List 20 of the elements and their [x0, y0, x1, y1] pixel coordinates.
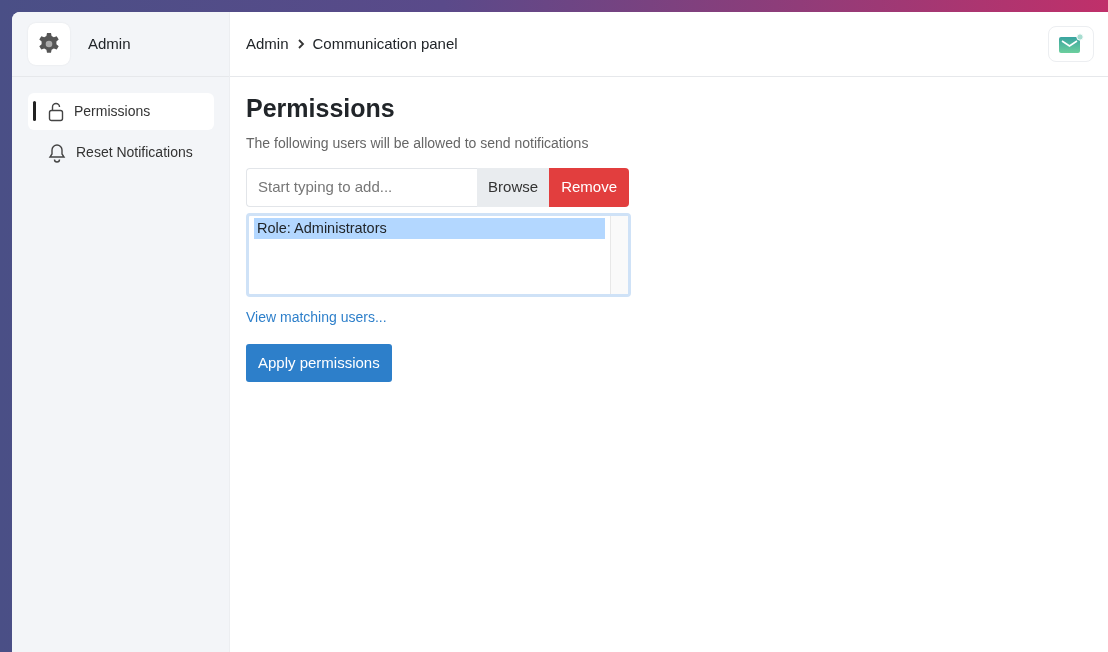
breadcrumb-current: Communication panel	[312, 33, 458, 54]
list-option[interactable]: Role: Administrators	[254, 217, 605, 240]
sidebar-item[interactable]: Reset Notifications	[28, 134, 214, 171]
description-text: The following users will be allowed to send notifications	[246, 134, 590, 153]
app-title: Admin	[88, 33, 131, 54]
mail-button[interactable]	[1048, 26, 1094, 62]
padlock-icon	[48, 101, 64, 122]
sidebar-item[interactable]: Permissions	[28, 93, 214, 130]
user-list-box[interactable]: Role: Administrators	[246, 212, 631, 297]
remove-button[interactable]: Remove	[549, 168, 629, 207]
view-users-link[interactable]: View matching users...	[246, 306, 387, 328]
scrollbar[interactable]	[610, 215, 628, 294]
apply-button[interactable]: Apply permissions	[246, 343, 392, 382]
page-heading: Permissions	[246, 93, 396, 123]
chevron-icon	[296, 39, 305, 49]
breadcrumb-link[interactable]: Admin	[246, 32, 289, 56]
user-search-field[interactable]: Start typing to add...	[246, 168, 478, 207]
bell-icon	[48, 142, 66, 163]
browse-button[interactable]: Browse	[477, 168, 550, 207]
gear-icon	[37, 32, 61, 56]
